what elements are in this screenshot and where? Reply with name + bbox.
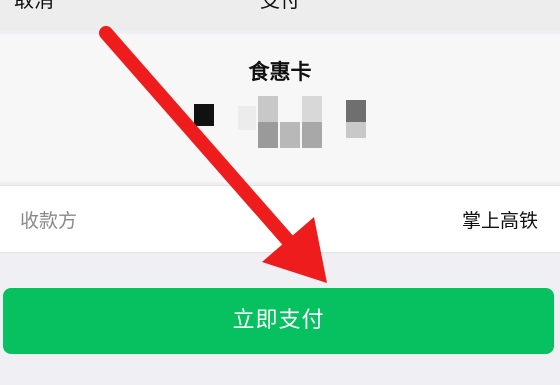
- payee-label: 收款方: [20, 210, 78, 232]
- payee-row: 收款方 掌上高铁: [0, 185, 560, 253]
- payee-value: 掌上高铁: [461, 210, 538, 232]
- card-name: 食惠卡: [248, 60, 312, 84]
- page-title: 支付: [260, 0, 300, 12]
- pixelated-card-number-icon: [190, 96, 380, 152]
- pay-now-button[interactable]: 立即支付: [3, 288, 554, 354]
- card-panel: 食惠卡: [0, 34, 560, 182]
- payment-screen: 取消 支付 食惠卡 收款方 掌上高铁 立即支付: [0, 0, 560, 385]
- nav-bar: 取消 支付: [0, 0, 560, 30]
